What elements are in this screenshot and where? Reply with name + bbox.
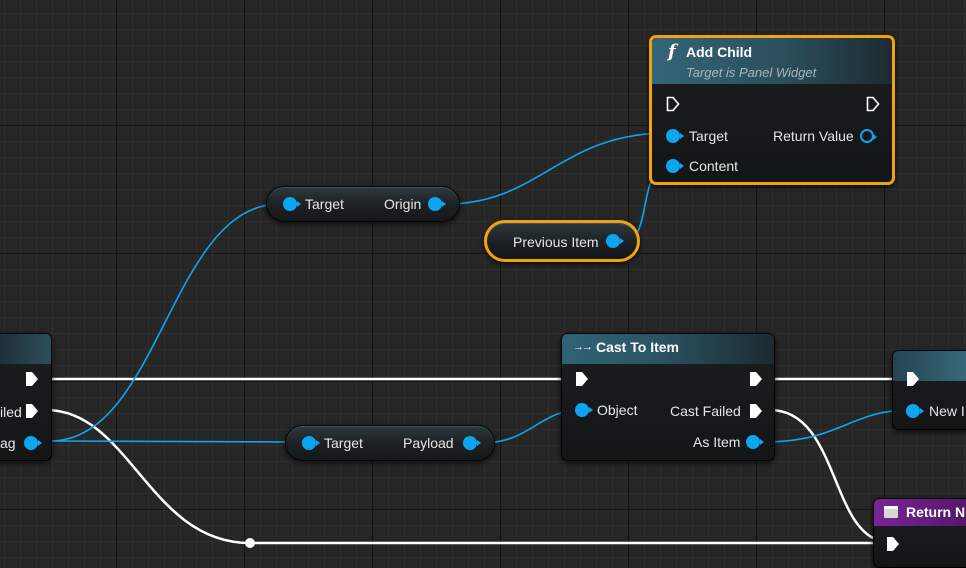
cast-to-item-header: →→ Cast To Item	[562, 334, 774, 364]
exec-in-pin-icon[interactable]	[575, 371, 589, 387]
add-child-target-pin-icon[interactable]	[666, 129, 684, 143]
data-wire-origin-to-addchild-target[interactable]	[445, 132, 669, 205]
origin-getter-node[interactable]: Target Origin	[266, 186, 460, 222]
return-node-icon	[884, 506, 898, 518]
cast-failed-label: Cast Failed	[670, 403, 741, 419]
cast-arrows-icon: →→	[573, 341, 593, 353]
add-child-content-pin-icon[interactable]	[666, 159, 684, 173]
pin-label-tag: ag	[0, 435, 16, 451]
pin-label-failed: iled	[0, 404, 22, 420]
cast-object-pin-icon[interactable]	[575, 403, 593, 417]
cast-failed-pin-icon[interactable]	[749, 403, 763, 419]
exec-out-pin-icon[interactable]	[25, 371, 39, 387]
add-child-node[interactable]: f Add Child Target is Panel Widget Targe…	[649, 35, 895, 185]
cast-object-label: Object	[597, 402, 638, 418]
add-child-title: Add Child	[686, 44, 753, 60]
add-child-target-label: Target	[689, 128, 728, 144]
right-partial-node-header	[893, 351, 966, 381]
reroute-knot[interactable]	[245, 538, 255, 548]
data-wire-asitem-to-new[interactable]	[763, 409, 911, 443]
right-partial-node[interactable]: New I	[892, 350, 966, 430]
previous-item-variable-node[interactable]: Previous Item	[484, 220, 640, 262]
origin-output-label: Origin	[384, 196, 422, 212]
add-child-header: f Add Child Target is Panel Widget	[652, 38, 892, 84]
return-node-title: Return N	[906, 504, 966, 520]
payload-target-label: Target	[324, 435, 363, 451]
as-item-label: As Item	[693, 434, 741, 450]
exec-out-pin-icon[interactable]	[749, 371, 763, 387]
exec-in-pin-icon[interactable]	[906, 371, 920, 387]
exec-failed-pin-icon[interactable]	[25, 403, 39, 419]
new-item-label: New I	[929, 403, 965, 419]
new-item-pin-icon[interactable]	[906, 404, 924, 418]
exec-in-pin-icon[interactable]	[666, 96, 680, 112]
origin-target-label: Target	[305, 196, 344, 212]
payload-output-pin-icon[interactable]	[463, 436, 481, 450]
data-wire-tag-to-payload-target[interactable]	[49, 440, 299, 443]
tag-output-pin-icon[interactable]	[24, 436, 42, 450]
return-node[interactable]: Return N	[873, 498, 966, 568]
payload-target-pin-icon[interactable]	[302, 436, 320, 450]
function-icon: f	[668, 41, 676, 62]
exec-in-pin-icon[interactable]	[886, 536, 900, 552]
left-partial-node-header	[0, 334, 51, 364]
exec-wire-castfailed-to-return[interactable]	[768, 408, 890, 544]
left-partial-node[interactable]: iled ag	[0, 333, 52, 461]
previous-item-label: Previous Item	[513, 234, 599, 250]
data-wire-tag-to-origin-target[interactable]	[49, 203, 281, 442]
as-item-pin-icon[interactable]	[746, 435, 764, 449]
add-child-content-label: Content	[689, 158, 739, 174]
cast-to-item-node[interactable]: →→ Cast To Item Object Cast Failed As It…	[561, 333, 775, 461]
origin-target-pin-icon[interactable]	[283, 197, 301, 211]
exec-out-pin-icon[interactable]	[866, 96, 880, 112]
return-node-header: Return N	[874, 499, 966, 526]
add-child-subtitle: Target is Panel Widget	[686, 65, 817, 80]
add-child-return-pin-icon[interactable]	[860, 129, 877, 143]
payload-output-label: Payload	[403, 435, 454, 451]
cast-to-item-title: Cast To Item	[596, 339, 679, 355]
add-child-return-label: Return Value	[773, 128, 854, 144]
previous-item-output-pin-icon[interactable]	[606, 234, 624, 248]
origin-output-pin-icon[interactable]	[428, 197, 446, 211]
payload-getter-node[interactable]: Target Payload	[285, 425, 495, 461]
